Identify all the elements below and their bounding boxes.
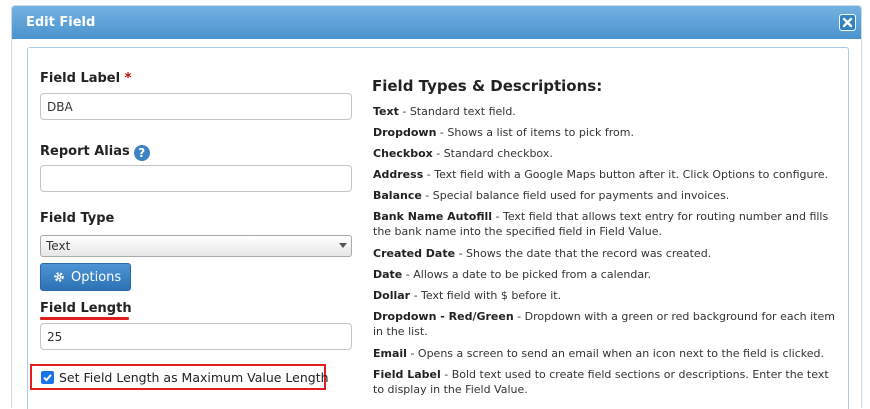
required-mark: *	[124, 71, 132, 86]
report-alias-input[interactable]	[40, 165, 352, 192]
type-desc-dropdown-red-green: Dropdown - Red/Green - Dropdown with a g…	[373, 310, 835, 338]
field-type-select[interactable]: Text	[40, 235, 352, 257]
type-desc-text: Text - Standard text field.	[373, 105, 516, 118]
field-length-input[interactable]: 25	[40, 323, 352, 350]
field-label-heading: Field Label *	[40, 71, 132, 86]
field-length-underline	[40, 317, 129, 320]
type-desc-bank-name-autofill: Bank Name Autofill - Text field that all…	[373, 210, 829, 238]
dialog-titlebar[interactable]: Edit Field	[12, 6, 861, 39]
dialog-title: Edit Field	[26, 15, 96, 30]
type-desc-date: Date - Allows a date to be picked from a…	[373, 268, 652, 281]
field-types-heading: Field Types & Descriptions:	[372, 77, 603, 95]
field-length-heading: Field Length	[40, 301, 132, 316]
field-type-heading: Field Type	[40, 211, 115, 226]
type-desc-address: Address - Text field with a Google Maps …	[373, 168, 829, 181]
max-length-checkbox[interactable]	[41, 371, 54, 384]
max-length-checkbox-label[interactable]: Set Field Length as Maximum Value Length	[59, 370, 329, 385]
chevron-down-icon	[339, 243, 347, 248]
close-icon	[842, 17, 853, 28]
help-icon[interactable]: ?	[133, 145, 150, 161]
gear-icon	[54, 272, 64, 282]
type-desc-email: Email - Opens a screen to send an email …	[373, 347, 824, 360]
type-desc-dropdown: Dropdown - Shows a list of items to pick…	[373, 126, 634, 139]
max-length-highlight: Set Field Length as Maximum Value Length	[30, 364, 329, 390]
field-label-input[interactable]: DBA	[40, 93, 352, 120]
check-icon	[43, 374, 52, 382]
field-type-selected: Text	[46, 239, 71, 253]
type-desc-balance: Balance - Special balance field used for…	[373, 189, 730, 202]
report-alias-heading: Report Alias?	[40, 144, 150, 161]
options-button-label: Options	[71, 270, 122, 285]
type-desc-checkbox: Checkbox - Standard checkbox.	[373, 147, 553, 160]
type-desc-created-date: Created Date - Shows the date that the r…	[373, 247, 712, 260]
type-desc-dollar: Dollar - Text field with $ before it.	[373, 289, 562, 302]
options-button[interactable]: Options	[40, 263, 131, 291]
type-desc-field-label: Field Label - Bold text used to create f…	[373, 368, 829, 396]
close-button[interactable]	[839, 14, 856, 31]
